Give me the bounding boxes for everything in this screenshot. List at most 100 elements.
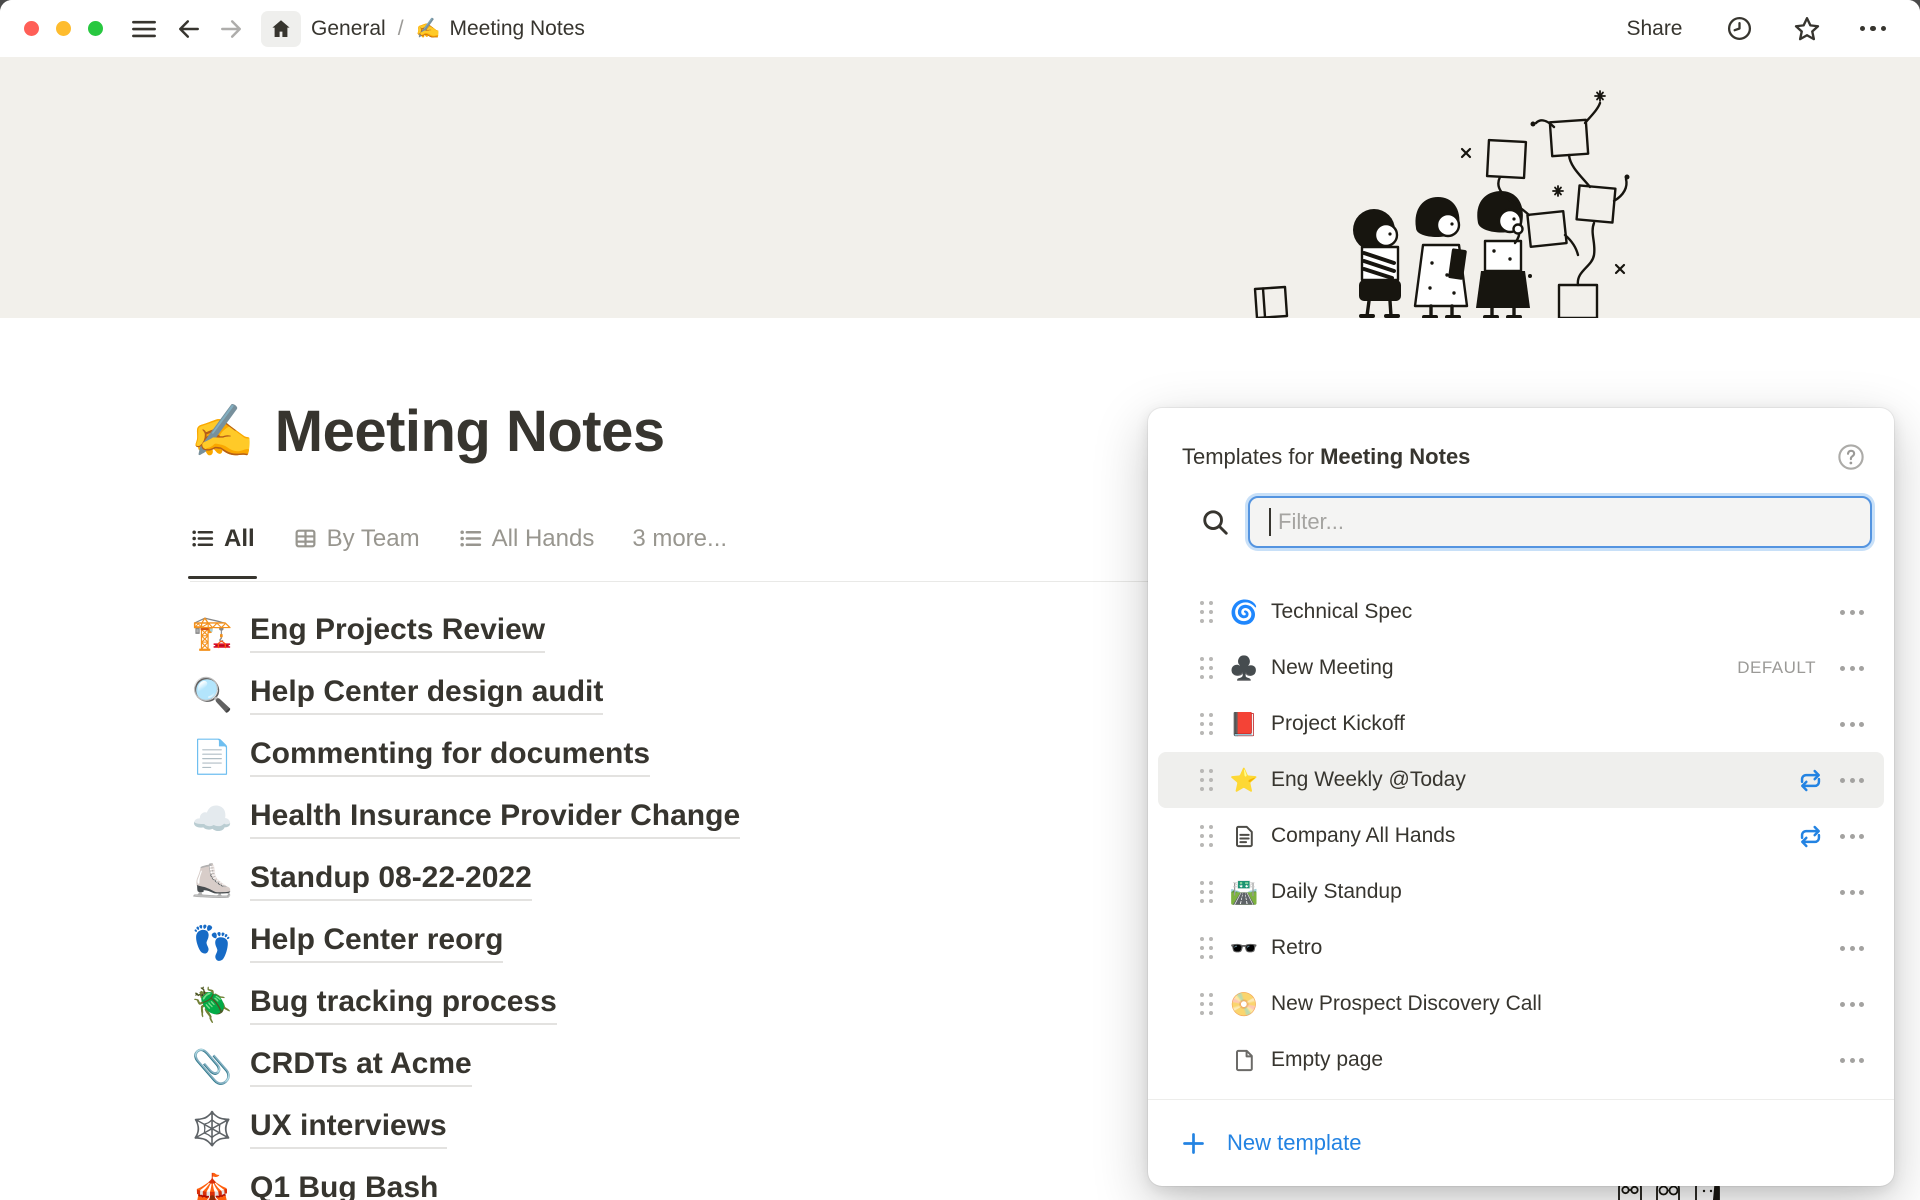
help-icon[interactable] [1836,442,1866,472]
page-item-emoji-icon: 🕸️ [190,1112,234,1145]
page-item-title: Standup 08-22-2022 [250,861,532,901]
page-icon [1232,1048,1257,1073]
page-item-title: Health Insurance Provider Change [250,799,740,839]
templates-popover: Templates forMeeting Notes 🌀 Technical S… [1148,408,1894,1186]
row-more-options-icon[interactable] [1840,834,1864,839]
page-link-item[interactable]: ☁️ Health Insurance Provider Change [190,788,740,850]
window-titlebar: General / ✍️ Meeting Notes Share [0,0,1920,57]
template-label: Technical Spec [1271,600,1840,624]
template-icon [1229,1048,1259,1073]
page-item-emoji-icon: 🔍 [190,678,234,711]
template-row[interactable]: 🕶️ Retro [1158,920,1884,976]
template-icon: 🕶️ [1229,937,1259,960]
page-item-emoji-icon: ☁️ [190,802,234,835]
minimize-button[interactable] [56,21,71,36]
page-link-item[interactable]: 👣 Help Center reorg [190,912,503,974]
plus-icon [1180,1130,1207,1157]
row-more-options-icon[interactable] [1840,666,1864,671]
list-view-icon [458,526,483,551]
page-link-item[interactable]: 🕸️ UX interviews [190,1098,447,1160]
page-item-emoji-icon: 🪲 [190,988,234,1021]
template-row[interactable]: 📕 Project Kickoff [1158,696,1884,752]
share-button[interactable]: Share [1626,17,1682,41]
favorite-star-icon[interactable] [1792,14,1822,44]
page-link-item[interactable]: 🎪 Q1 Bug Bash [190,1160,438,1200]
row-more-options-icon[interactable] [1840,610,1864,615]
template-icon [1229,824,1259,849]
more-tabs-button[interactable]: 3 more... [632,525,727,553]
template-label: Daily Standup [1271,880,1840,904]
page-item-title: UX interviews [250,1109,447,1149]
breadcrumb-page[interactable]: Meeting Notes [449,17,584,41]
page-item-title: Q1 Bug Bash [250,1171,438,1200]
breadcrumb-root[interactable]: General [311,17,386,41]
template-row[interactable]: 🌀 Technical Spec [1158,584,1884,640]
template-row[interactable]: ⭐ Eng Weekly @Today [1158,752,1884,808]
page-item-emoji-icon: ⛸️ [190,864,234,897]
page-item-emoji-icon: 🏗️ [190,616,234,649]
template-label: Project Kickoff [1271,712,1840,736]
page-link-item[interactable]: 🏗️ Eng Projects Review [190,602,545,664]
drag-handle-icon[interactable] [1200,993,1213,1015]
breadcrumb-separator: / [395,17,407,41]
zoom-button[interactable] [88,21,103,36]
template-label: New Prospect Discovery Call [1271,992,1840,1016]
drag-handle-icon[interactable] [1200,825,1213,847]
template-row[interactable]: 📀 New Prospect Discovery Call [1158,976,1884,1032]
drag-handle-icon[interactable] [1200,937,1213,959]
template-row[interactable]: Company All Hands [1158,808,1884,864]
page-link-item[interactable]: 🔍 Help Center design audit [190,664,603,726]
page-link-item[interactable]: 📄 Commenting for documents [190,726,650,788]
page-emoji-icon: ✍️ [416,16,441,41]
sidebar-toggle-icon[interactable] [129,14,159,44]
drag-handle-icon[interactable] [1200,769,1213,791]
notion-window: General / ✍️ Meeting Notes Share [0,0,1920,1200]
row-more-options-icon[interactable] [1840,778,1864,783]
tab-by-team[interactable]: By Team [293,525,420,553]
tab-all-hands[interactable]: All Hands [458,525,595,553]
page-link-item[interactable]: ⛸️ Standup 08-22-2022 [190,850,532,912]
row-more-options-icon[interactable] [1840,1058,1864,1063]
traffic-lights [24,21,103,36]
drag-handle-icon[interactable] [1200,713,1213,735]
template-label: Empty page [1271,1048,1840,1072]
template-label: New Meeting [1271,656,1737,680]
page-item-emoji-icon: 📎 [190,1050,234,1083]
template-row[interactable]: Empty page [1158,1032,1884,1088]
template-row[interactable]: ♣️ New Meeting DEFAULT [1158,640,1884,696]
new-template-button[interactable]: New template [1148,1100,1894,1186]
filter-input[interactable] [1248,496,1872,548]
page-item-title: Help Center reorg [250,923,503,963]
template-row[interactable]: 🛣️ Daily Standup [1158,864,1884,920]
drag-handle-icon[interactable] [1200,601,1213,623]
page-title-emoji-icon[interactable]: ✍️ [190,406,255,458]
history-clock-icon[interactable] [1725,14,1754,43]
drag-handle-icon[interactable] [1200,881,1213,903]
new-template-label: New template [1227,1130,1362,1156]
page-item-title: Commenting for documents [250,737,650,777]
more-options-icon[interactable] [1860,26,1887,32]
home-button[interactable] [261,11,301,47]
page-title: Meeting Notes [275,400,665,464]
template-icon: 📕 [1229,713,1259,736]
row-more-options-icon[interactable] [1840,890,1864,895]
default-badge: DEFAULT [1737,658,1816,678]
row-more-options-icon[interactable] [1840,1002,1864,1007]
template-icon: ⭐ [1229,769,1259,792]
row-more-options-icon[interactable] [1840,722,1864,727]
template-icon: 📀 [1229,993,1259,1016]
row-more-options-icon[interactable] [1840,946,1864,951]
page-link-item[interactable]: 📎 CRDTs at Acme [190,1036,472,1098]
forward-arrow-icon[interactable] [217,15,245,43]
drag-handle-icon[interactable] [1200,657,1213,679]
template-icon: 🛣️ [1229,881,1259,904]
page-link-item[interactable]: 🪲 Bug tracking process [190,974,557,1036]
template-list: 🌀 Technical Spec ♣️ New Meeting DEFAULT … [1148,548,1894,1091]
repeat-icon [1797,823,1824,850]
tab-all[interactable]: All [190,525,255,553]
close-button[interactable] [24,21,39,36]
breadcrumb: General / ✍️ Meeting Notes [311,16,585,41]
page-lines-icon [1232,824,1257,849]
back-arrow-icon[interactable] [175,15,203,43]
cover-illustration [1022,83,1662,318]
